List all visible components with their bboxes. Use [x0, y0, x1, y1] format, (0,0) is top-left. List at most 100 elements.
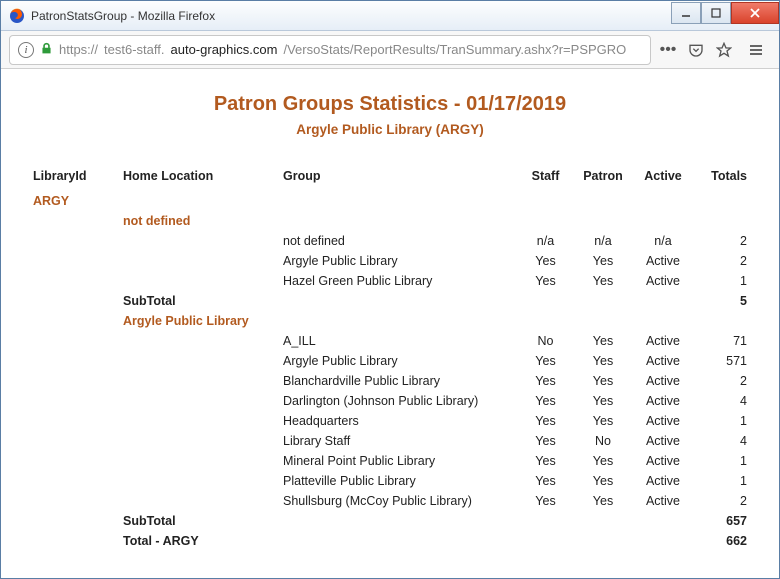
cell	[518, 191, 573, 211]
cell	[633, 211, 693, 231]
cell	[117, 411, 277, 431]
maximize-button[interactable]	[701, 2, 731, 24]
cell	[518, 311, 573, 331]
total-value: 2	[693, 251, 753, 271]
cell	[573, 531, 633, 551]
cell	[27, 351, 117, 371]
table-row: ARGY	[27, 191, 753, 211]
cell	[27, 291, 117, 311]
table-header-row: LibraryId Home Location Group Staff Patr…	[27, 165, 753, 191]
staff-value: Yes	[518, 431, 573, 451]
browser-window: PatronStatsGroup - Mozilla Firefox i htt…	[0, 0, 780, 579]
cell	[633, 311, 693, 331]
close-button[interactable]	[731, 2, 779, 24]
staff-value: Yes	[518, 271, 573, 291]
cell	[117, 451, 277, 471]
total-value: 71	[693, 331, 753, 351]
cell	[117, 431, 277, 451]
active-value: Active	[633, 271, 693, 291]
cell	[633, 511, 693, 531]
cell	[27, 311, 117, 331]
page-content[interactable]: Patron Groups Statistics - 01/17/2019 Ar…	[1, 69, 779, 578]
cell	[27, 231, 117, 251]
cell	[117, 251, 277, 271]
active-value: Active	[633, 351, 693, 371]
cell	[117, 491, 277, 511]
group-name: Headquarters	[277, 411, 518, 431]
section-name: Argyle Public Library	[117, 311, 277, 331]
hamburger-menu-button[interactable]	[741, 35, 771, 65]
grand-total-value: 662	[693, 531, 753, 551]
cell	[117, 191, 277, 211]
staff-value: Yes	[518, 371, 573, 391]
page-actions-icon[interactable]: •••	[657, 39, 679, 61]
active-value: n/a	[633, 231, 693, 251]
table-row: Mineral Point Public LibraryYesYesActive…	[27, 451, 753, 471]
report-title: Patron Groups Statistics - 01/17/2019	[27, 93, 753, 116]
total-value: 2	[693, 231, 753, 251]
table-row: A_ILLNoYesActive71	[27, 331, 753, 351]
cell	[117, 371, 277, 391]
subtotal-value: 657	[693, 511, 753, 531]
cell	[117, 471, 277, 491]
table-row: Platteville Public LibraryYesYesActive1	[27, 471, 753, 491]
table-row: Blanchardville Public LibraryYesYesActiv…	[27, 371, 753, 391]
cell	[27, 431, 117, 451]
cell	[117, 331, 277, 351]
active-value: Active	[633, 251, 693, 271]
group-name: Hazel Green Public Library	[277, 271, 518, 291]
cell	[693, 311, 753, 331]
cell	[518, 211, 573, 231]
table-row: not definedn/an/an/a2	[27, 231, 753, 251]
url-input[interactable]: i https://test6-staff.auto-graphics.com/…	[9, 35, 651, 65]
cell	[27, 451, 117, 471]
staff-value: Yes	[518, 451, 573, 471]
window-title: PatronStatsGroup - Mozilla Firefox	[31, 9, 671, 23]
cell	[117, 391, 277, 411]
group-name: not defined	[277, 231, 518, 251]
patron-value: No	[573, 431, 633, 451]
cell	[633, 531, 693, 551]
cell	[117, 351, 277, 371]
cell	[573, 211, 633, 231]
active-value: Active	[633, 391, 693, 411]
active-value: Active	[633, 431, 693, 451]
cell	[27, 271, 117, 291]
cell	[573, 511, 633, 531]
cell	[573, 291, 633, 311]
cell	[117, 271, 277, 291]
cell	[277, 311, 518, 331]
group-name: Argyle Public Library	[277, 251, 518, 271]
table-row: Argyle Public LibraryYesYesActive2	[27, 251, 753, 271]
total-value: 2	[693, 371, 753, 391]
url-protocol: https://	[59, 42, 98, 57]
total-value: 4	[693, 391, 753, 411]
table-row: HeadquartersYesYesActive1	[27, 411, 753, 431]
url-host-pre: test6-staff.	[104, 42, 164, 57]
pocket-icon[interactable]	[685, 39, 707, 61]
minimize-button[interactable]	[671, 2, 701, 24]
cell	[277, 211, 518, 231]
cell	[277, 291, 518, 311]
patron-value: Yes	[573, 351, 633, 371]
site-info-icon[interactable]: i	[18, 42, 34, 58]
group-name: Library Staff	[277, 431, 518, 451]
cell	[27, 371, 117, 391]
col-active: Active	[633, 165, 693, 191]
group-name: A_ILL	[277, 331, 518, 351]
col-home-location: Home Location	[117, 165, 277, 191]
cell	[27, 471, 117, 491]
staff-value: Yes	[518, 471, 573, 491]
cell	[518, 291, 573, 311]
total-value: 4	[693, 431, 753, 451]
table-row: SubTotal5	[27, 291, 753, 311]
bookmark-star-icon[interactable]	[713, 39, 735, 61]
library-id: ARGY	[27, 191, 117, 211]
cell	[573, 191, 633, 211]
titlebar: PatronStatsGroup - Mozilla Firefox	[1, 1, 779, 31]
active-value: Active	[633, 331, 693, 351]
active-value: Active	[633, 451, 693, 471]
staff-value: No	[518, 331, 573, 351]
group-name: Shullsburg (McCoy Public Library)	[277, 491, 518, 511]
staff-value: Yes	[518, 351, 573, 371]
